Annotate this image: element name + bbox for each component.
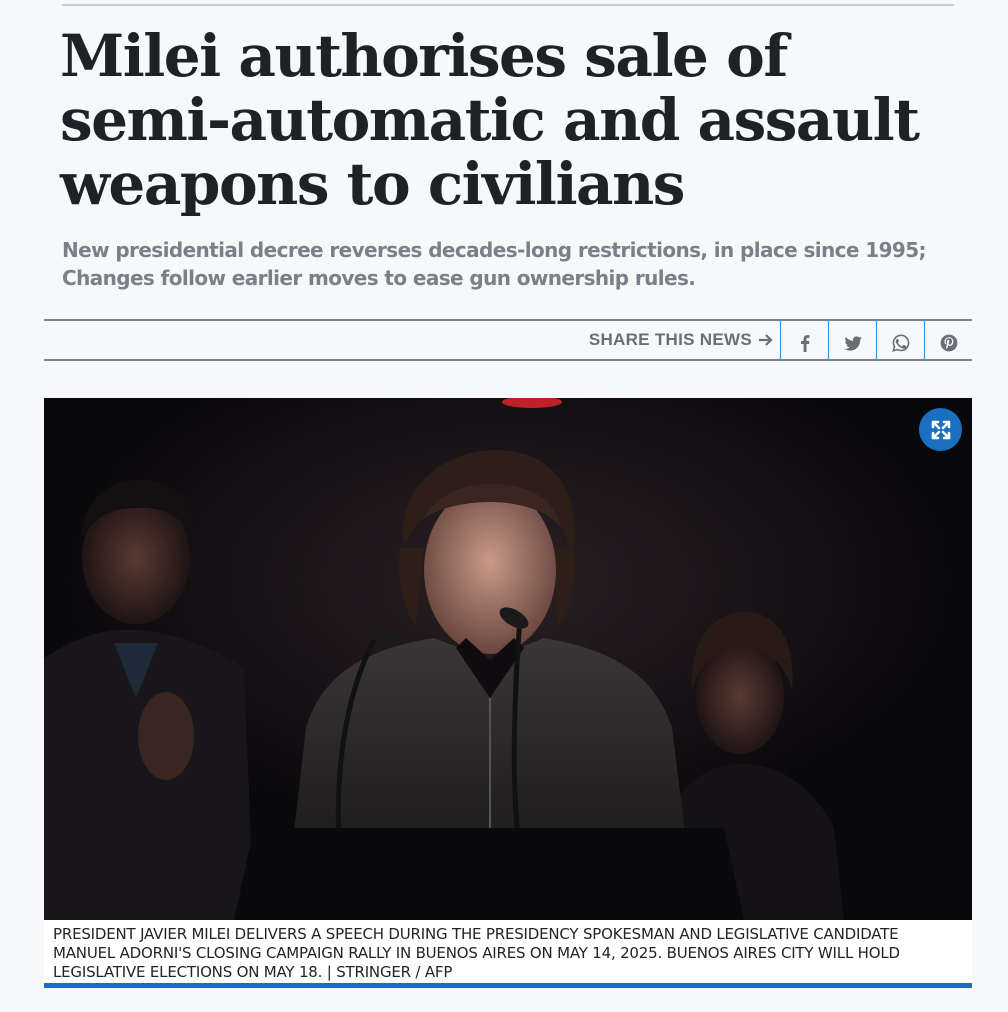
share-bar: SHARE THIS NEWS — [44, 319, 972, 361]
rally-speech-image — [44, 398, 972, 920]
caption-accent-rule — [44, 983, 972, 988]
pinterest-icon — [940, 334, 957, 352]
arrow-right-icon — [759, 334, 773, 346]
share-facebook-button[interactable] — [780, 321, 828, 359]
share-label-group: SHARE THIS NEWS — [589, 321, 780, 359]
share-whatsapp-button[interactable] — [876, 321, 924, 359]
whatsapp-icon — [891, 334, 909, 352]
share-label: SHARE THIS NEWS — [588, 330, 752, 349]
share-pinterest-button[interactable] — [924, 321, 972, 359]
article-headline: Milei authorises sale of semi-automatic … — [60, 22, 920, 218]
article-subheadline: New presidential decree reverses decades… — [62, 238, 927, 290]
expand-icon — [931, 420, 950, 439]
twitter-icon — [843, 336, 862, 351]
article-photo[interactable] — [44, 398, 972, 920]
top-divider — [62, 4, 954, 6]
photo-caption: PRESIDENT JAVIER MILEI DELIVERS A SPEECH… — [44, 920, 972, 984]
expand-photo-button[interactable] — [919, 408, 962, 451]
facebook-icon — [800, 335, 809, 352]
share-twitter-button[interactable] — [828, 321, 876, 359]
